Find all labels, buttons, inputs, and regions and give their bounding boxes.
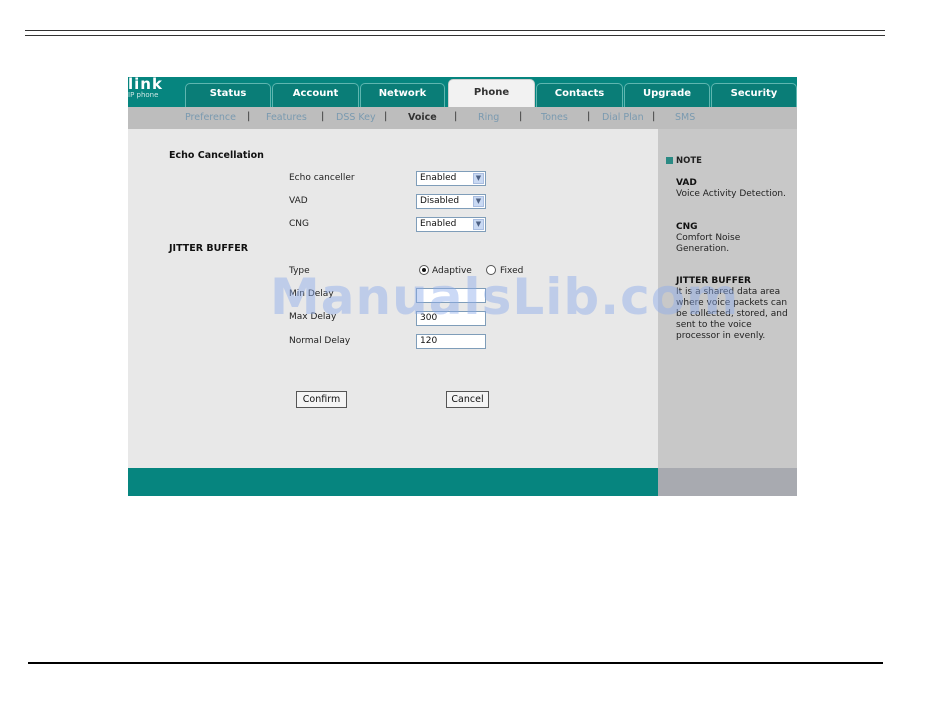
subnav-ring[interactable]: Ring	[478, 112, 499, 123]
cng-value: Enabled	[420, 219, 457, 229]
echo-cancellation-heading: Echo Cancellation	[169, 150, 264, 161]
vad-select[interactable]: Disabled ▼	[416, 194, 486, 209]
tab-contacts[interactable]: Contacts	[536, 83, 623, 107]
subnav-separator: |	[519, 111, 523, 122]
page-rule-top	[25, 30, 885, 31]
echo-canceller-value: Enabled	[420, 173, 457, 183]
subnav-tones[interactable]: Tones	[541, 112, 568, 123]
top-bar: link IP phone Status Account Network Pho…	[128, 77, 797, 107]
cancel-button[interactable]: Cancel	[446, 391, 489, 408]
subnav-features[interactable]: Features	[266, 112, 307, 123]
tab-account[interactable]: Account	[272, 83, 359, 107]
jitter-buffer-heading: JITTER BUFFER	[169, 243, 249, 254]
vad-value: Disabled	[420, 196, 460, 206]
cng-select[interactable]: Enabled ▼	[416, 217, 486, 232]
subnav-separator: |	[587, 111, 591, 122]
tab-status[interactable]: Status	[185, 83, 271, 107]
echo-canceller-select[interactable]: Enabled ▼	[416, 171, 486, 186]
footer-bar-note	[658, 468, 797, 496]
subnav-sms[interactable]: SMS	[675, 112, 695, 123]
vad-label: VAD	[289, 196, 308, 206]
subnav-separator: |	[454, 111, 458, 122]
subnav-separator: |	[247, 111, 251, 122]
tab-security[interactable]: Security	[711, 83, 797, 107]
subnav-separator: |	[384, 111, 388, 122]
normal-delay-input[interactable]: 120	[416, 334, 486, 349]
echo-canceller-label: Echo canceller	[289, 173, 355, 183]
chevron-down-icon: ▼	[473, 196, 484, 207]
tab-network[interactable]: Network	[360, 83, 445, 107]
subnav-dss-key[interactable]: DSS Key	[336, 112, 376, 123]
chevron-down-icon: ▼	[473, 173, 484, 184]
subnav-separator: |	[652, 111, 656, 122]
page-rule-top-second	[25, 35, 885, 36]
chevron-down-icon: ▼	[473, 219, 484, 230]
note-vad-body: Voice Activity Detection.	[676, 189, 786, 199]
note-cng-body: Comfort Noise Generation.	[676, 233, 741, 254]
tab-phone[interactable]: Phone	[448, 79, 535, 107]
subnav-voice[interactable]: Voice	[408, 112, 437, 123]
collapse-icon	[666, 157, 673, 164]
normal-delay-label: Normal Delay	[289, 336, 351, 346]
tab-upgrade[interactable]: Upgrade	[624, 83, 710, 107]
subnav-preference[interactable]: Preference	[185, 112, 236, 123]
note-cng-title: CNG	[676, 222, 698, 232]
subnav-separator: |	[321, 111, 325, 122]
footer-bar	[128, 468, 658, 496]
confirm-button[interactable]: Confirm	[296, 391, 347, 408]
note-heading-text: NOTE	[676, 156, 702, 166]
subnav-dial-plan[interactable]: Dial Plan	[602, 112, 644, 123]
cng-label: CNG	[289, 219, 309, 229]
sub-navigation: Preference | Features | DSS Key | Voice …	[128, 107, 797, 129]
brand-logo-sub: IP phone	[128, 91, 159, 99]
watermark: ManualsLib.com	[270, 268, 740, 326]
note-vad-title: VAD	[676, 178, 697, 188]
note-heading: NOTE	[666, 156, 702, 166]
page-rule-bottom	[28, 662, 883, 664]
